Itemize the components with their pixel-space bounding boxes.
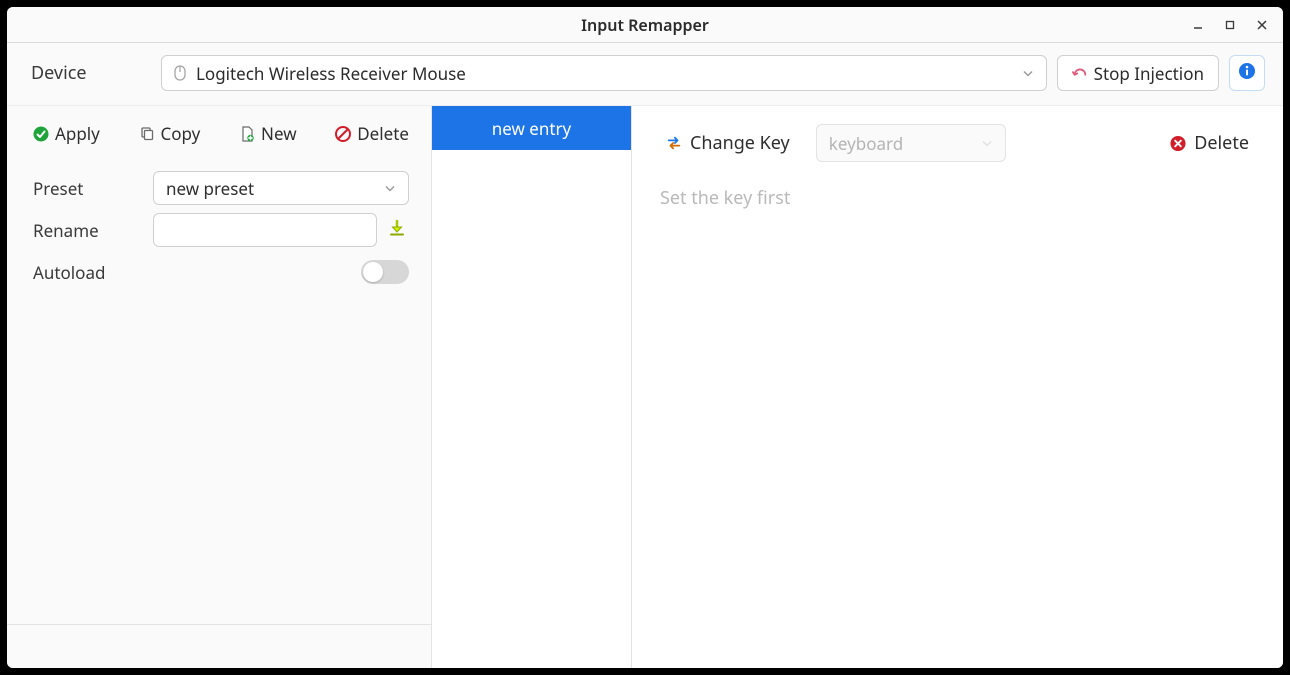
chevron-down-icon: [1022, 62, 1034, 85]
info-icon: [1238, 62, 1256, 85]
apply-button[interactable]: Apply: [33, 122, 100, 145]
delete-preset-button[interactable]: Delete: [335, 122, 409, 145]
mapping-entry-label: new entry: [492, 117, 571, 140]
mapping-entry-selected[interactable]: new entry: [432, 106, 631, 150]
device-selected-text: Logitech Wireless Receiver Mouse: [196, 62, 466, 85]
mapping-editor-panel: Change Key keyboard Delete: [632, 106, 1283, 668]
close-circle-icon: [1170, 135, 1186, 151]
rename-row: Rename: [33, 209, 409, 251]
rename-label: Rename: [33, 219, 153, 242]
window-title: Input Remapper: [581, 14, 709, 36]
editor-top-row: Change Key keyboard Delete: [632, 106, 1283, 170]
rename-input[interactable]: [166, 214, 364, 246]
preset-select[interactable]: new preset: [153, 171, 409, 205]
status-bar-area: [7, 624, 431, 668]
editor-placeholder: Set the key first: [632, 170, 1283, 226]
delete-mapping-label: Delete: [1194, 131, 1249, 155]
swap-icon: [666, 135, 682, 151]
change-key-button[interactable]: Change Key: [660, 127, 796, 159]
undo-icon: [1072, 65, 1088, 81]
target-mode-text: keyboard: [829, 132, 903, 155]
save-rename-button[interactable]: [385, 218, 409, 242]
info-button[interactable]: [1229, 55, 1265, 91]
stop-injection-label: Stop Injection: [1094, 62, 1204, 85]
preset-selected-text: new preset: [166, 177, 254, 200]
autoload-label: Autoload: [33, 261, 153, 284]
preset-label: Preset: [33, 177, 153, 200]
target-mode-select[interactable]: keyboard: [816, 124, 1006, 162]
preset-form: Preset new preset Rename: [7, 157, 431, 293]
app-window: Input Remapper Device Logitech Wi: [7, 7, 1283, 668]
copy-icon: [139, 126, 155, 142]
delete-preset-label: Delete: [357, 122, 409, 145]
prohibit-icon: [335, 126, 351, 142]
preset-row: Preset new preset: [33, 167, 409, 209]
new-button[interactable]: New: [239, 122, 297, 145]
minimize-button[interactable]: [1183, 11, 1213, 39]
download-arrow-icon: [388, 219, 406, 242]
new-file-icon: [239, 126, 255, 142]
delete-mapping-button[interactable]: Delete: [1164, 127, 1255, 159]
device-label: Device: [31, 61, 151, 85]
mapping-list-panel: new entry: [432, 106, 632, 668]
copy-label: Copy: [161, 122, 201, 145]
rename-input-wrap: [153, 213, 377, 247]
new-label: New: [261, 122, 297, 145]
title-bar: Input Remapper: [7, 7, 1283, 43]
device-row: Device Logitech Wireless Receiver Mouse …: [7, 43, 1283, 106]
check-circle-icon: [33, 126, 49, 142]
change-key-label: Change Key: [690, 131, 790, 155]
device-select[interactable]: Logitech Wireless Receiver Mouse: [161, 55, 1047, 91]
close-button[interactable]: [1247, 11, 1277, 39]
main-columns: Apply Copy New: [7, 106, 1283, 668]
left-panel: Apply Copy New: [7, 106, 432, 668]
copy-button[interactable]: Copy: [139, 122, 201, 145]
maximize-button[interactable]: [1215, 11, 1245, 39]
mouse-icon: [172, 65, 188, 81]
preset-actions: Apply Copy New: [7, 106, 431, 157]
autoload-row: Autoload: [33, 251, 409, 293]
chevron-down-icon: [981, 132, 993, 155]
stop-injection-button[interactable]: Stop Injection: [1057, 55, 1219, 91]
toggle-knob: [363, 262, 383, 282]
chevron-down-icon: [384, 177, 396, 200]
autoload-toggle[interactable]: [361, 260, 409, 284]
apply-label: Apply: [55, 122, 100, 145]
window-controls: [1183, 7, 1277, 42]
